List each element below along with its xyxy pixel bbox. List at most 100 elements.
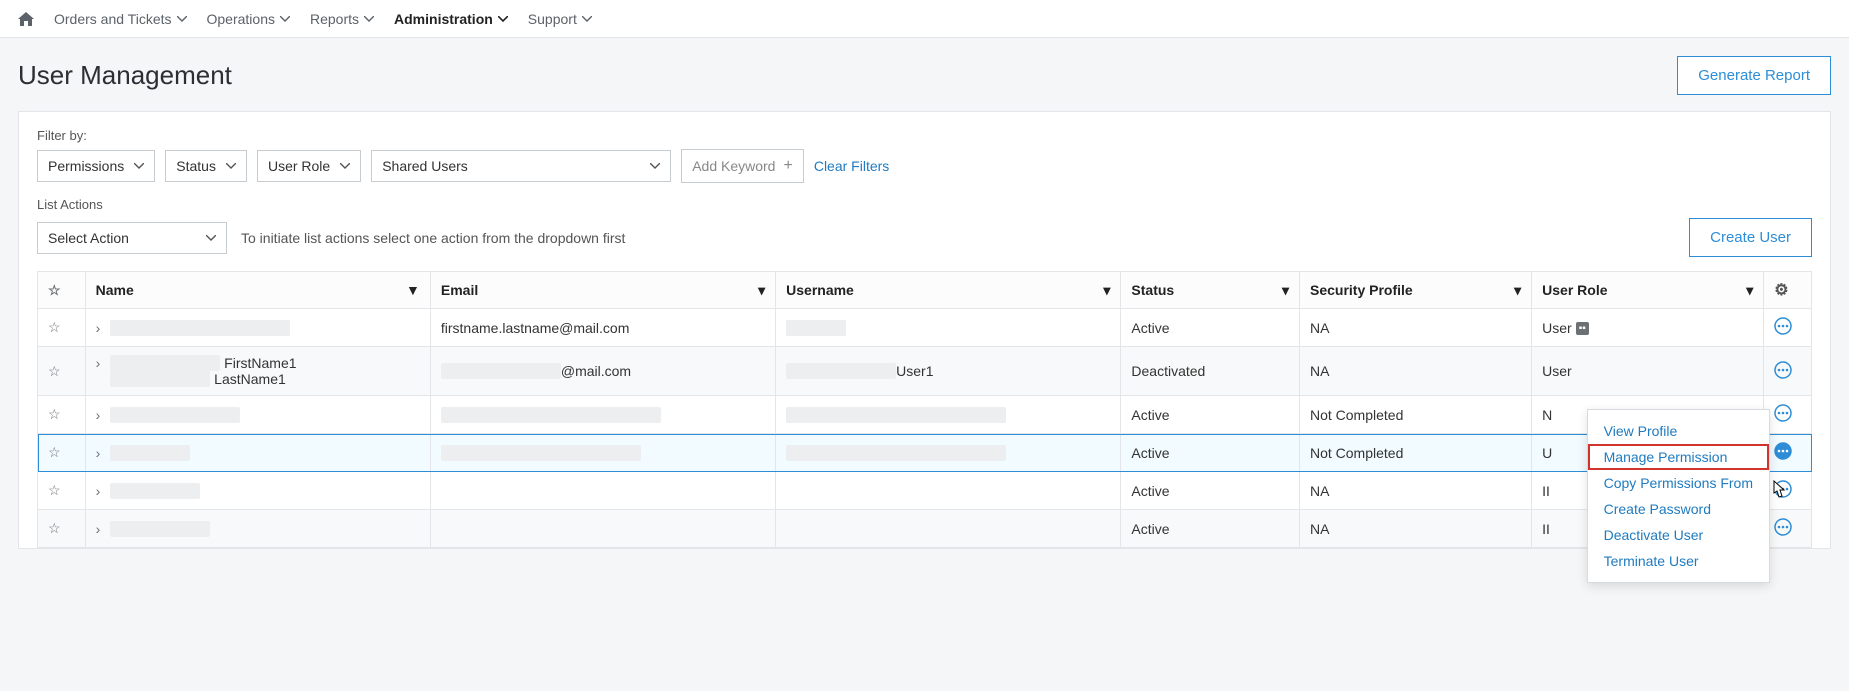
select-action-dropdown[interactable]: Select Action bbox=[37, 222, 227, 254]
plus-icon: + bbox=[783, 157, 792, 175]
chevron-down-icon bbox=[364, 16, 374, 22]
expand-row-icon[interactable]: › bbox=[96, 483, 101, 499]
filter-user-role-dropdown[interactable]: User Role bbox=[257, 150, 361, 182]
cell-email-suffix: @mail.com bbox=[561, 363, 631, 379]
gear-icon: ⚙ bbox=[1774, 282, 1788, 299]
expand-row-icon[interactable]: › bbox=[96, 521, 101, 537]
nav-support[interactable]: Support bbox=[528, 11, 592, 27]
chevron-down-icon bbox=[340, 163, 350, 169]
menu-terminate-user[interactable]: Terminate User bbox=[1588, 548, 1769, 574]
redacted-username bbox=[786, 407, 1006, 423]
column-header-name[interactable]: Name ▼ bbox=[85, 272, 430, 309]
header-label: Security Profile bbox=[1310, 282, 1413, 298]
nav-label: Administration bbox=[394, 11, 493, 27]
chevron-down-icon bbox=[582, 16, 592, 22]
column-header-favorite[interactable]: ☆ bbox=[38, 272, 86, 309]
column-header-username[interactable]: Username▾ bbox=[776, 272, 1121, 309]
filter-permissions-dropdown[interactable]: Permissions bbox=[37, 150, 155, 182]
column-header-status[interactable]: Status▾ bbox=[1121, 272, 1300, 309]
menu-copy-permissions-from[interactable]: Copy Permissions From bbox=[1588, 470, 1769, 496]
cell-status: Deactivated bbox=[1131, 363, 1205, 379]
menu-manage-permission[interactable]: Manage Permission bbox=[1588, 444, 1769, 470]
column-header-settings[interactable]: ⚙ bbox=[1764, 272, 1812, 309]
chevron-down-icon bbox=[177, 16, 187, 22]
cell-status: Active bbox=[1131, 320, 1169, 336]
nav-reports[interactable]: Reports bbox=[310, 11, 374, 27]
create-user-button[interactable]: Create User bbox=[1689, 218, 1812, 257]
cell-role: II bbox=[1542, 521, 1550, 537]
clear-filters-link[interactable]: Clear Filters bbox=[814, 158, 889, 174]
table-row: ☆ › FirstName1 LastName1 @mail.com User1 bbox=[38, 347, 1812, 396]
nav-administration[interactable]: Administration bbox=[394, 11, 508, 27]
filter-icon: ▾ bbox=[1282, 282, 1289, 299]
row-context-menu: View Profile Manage Permission Copy Perm… bbox=[1587, 409, 1770, 583]
cell-status: Active bbox=[1131, 521, 1169, 537]
redacted-name bbox=[110, 445, 190, 461]
table-row: ☆ › firstname.lastname@mail.com Active N… bbox=[38, 309, 1812, 347]
filter-icon: ▾ bbox=[1514, 282, 1521, 299]
redacted-name bbox=[110, 483, 200, 499]
filter-shared-users-dropdown[interactable]: Shared Users bbox=[371, 150, 671, 182]
cell-security: Not Completed bbox=[1310, 407, 1403, 423]
star-icon[interactable]: ☆ bbox=[48, 520, 61, 537]
column-header-email[interactable]: Email▾ bbox=[430, 272, 775, 309]
cell-security: NA bbox=[1310, 521, 1329, 537]
filter-status-dropdown[interactable]: Status bbox=[165, 150, 247, 182]
row-actions-button[interactable] bbox=[1774, 442, 1792, 460]
column-header-user-role[interactable]: User Role▾ bbox=[1532, 272, 1764, 309]
cell-status: Active bbox=[1131, 445, 1169, 461]
list-actions-label: List Actions bbox=[37, 197, 1812, 212]
menu-create-password[interactable]: Create Password bbox=[1588, 496, 1769, 522]
add-keyword-input[interactable]: Add Keyword + bbox=[681, 149, 804, 183]
generate-report-button[interactable]: Generate Report bbox=[1677, 56, 1831, 95]
cell-security: NA bbox=[1310, 483, 1329, 499]
expand-row-icon[interactable]: › bbox=[96, 445, 101, 461]
row-actions-button[interactable] bbox=[1774, 317, 1792, 335]
header-label: User Role bbox=[1542, 282, 1607, 298]
placeholder-text: Add Keyword bbox=[692, 158, 775, 174]
home-icon[interactable] bbox=[18, 12, 34, 26]
table-row: ☆ › Active NA II bbox=[38, 510, 1812, 548]
column-header-security-profile[interactable]: Security Profile ▾ bbox=[1299, 272, 1531, 309]
filter-icon: ▾ bbox=[758, 282, 765, 299]
users-table: ☆ Name ▼ Email▾ Username▾ Status▾ Securit… bbox=[37, 271, 1812, 548]
cell-status: Active bbox=[1131, 483, 1169, 499]
redacted-name bbox=[110, 521, 210, 537]
row-actions-button[interactable] bbox=[1774, 480, 1792, 498]
nav-label: Reports bbox=[310, 11, 359, 27]
header-label: Name bbox=[96, 282, 134, 298]
dropdown-label: Permissions bbox=[48, 158, 124, 174]
redacted-text bbox=[441, 363, 561, 379]
star-icon[interactable]: ☆ bbox=[48, 444, 61, 461]
sort-desc-icon: ▼ bbox=[406, 282, 420, 298]
menu-deactivate-user[interactable]: Deactivate User bbox=[1588, 522, 1769, 548]
cell-firstname: FirstName1 bbox=[224, 355, 296, 371]
expand-row-icon[interactable]: › bbox=[96, 407, 101, 423]
row-actions-button[interactable] bbox=[1774, 404, 1792, 422]
expand-row-icon[interactable]: › bbox=[96, 320, 101, 336]
star-icon[interactable]: ☆ bbox=[48, 363, 61, 380]
cell-email: firstname.lastname@mail.com bbox=[441, 320, 630, 336]
star-icon: ☆ bbox=[48, 282, 61, 299]
cell-security: NA bbox=[1310, 363, 1329, 379]
top-nav: Orders and Tickets Operations Reports Ad… bbox=[0, 0, 1849, 38]
nav-orders-and-tickets[interactable]: Orders and Tickets bbox=[54, 11, 187, 27]
table-row: ☆ › Active Not Completed U bbox=[38, 434, 1812, 472]
expand-row-icon[interactable]: › bbox=[96, 355, 101, 371]
redacted-text bbox=[786, 363, 896, 379]
table-row: ☆ › Active NA II bbox=[38, 472, 1812, 510]
chevron-down-icon bbox=[226, 163, 236, 169]
nav-operations[interactable]: Operations bbox=[207, 11, 290, 27]
chevron-down-icon bbox=[650, 163, 660, 169]
chevron-down-icon bbox=[134, 163, 144, 169]
row-actions-button[interactable] bbox=[1774, 518, 1792, 536]
redacted-name bbox=[110, 407, 240, 423]
list-actions-hint: To initiate list actions select one acti… bbox=[241, 230, 625, 246]
star-icon[interactable]: ☆ bbox=[48, 482, 61, 499]
star-icon[interactable]: ☆ bbox=[48, 319, 61, 336]
row-actions-button[interactable] bbox=[1774, 361, 1792, 379]
redacted-email bbox=[441, 445, 641, 461]
star-icon[interactable]: ☆ bbox=[48, 406, 61, 423]
menu-view-profile[interactable]: View Profile bbox=[1588, 418, 1769, 444]
cell-role: User bbox=[1542, 363, 1572, 379]
